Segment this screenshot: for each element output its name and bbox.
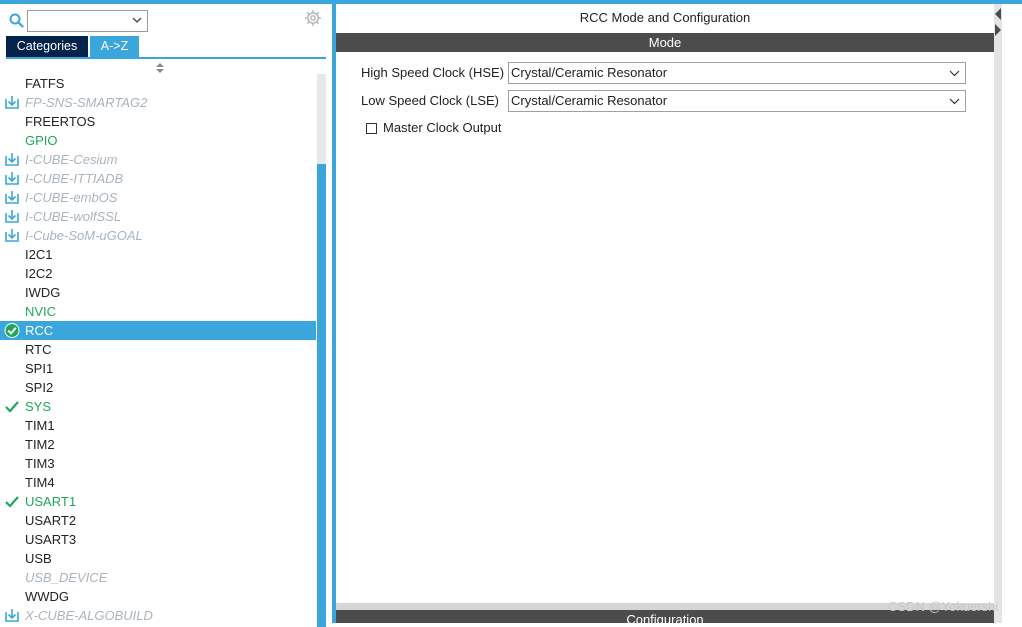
list-item[interactable]: SPI1 bbox=[0, 359, 316, 378]
check-icon bbox=[5, 401, 19, 413]
download-icon bbox=[5, 229, 19, 242]
list-item[interactable]: GPIO bbox=[0, 131, 316, 150]
list-item[interactable]: RTC bbox=[0, 340, 316, 359]
master-clock-output-checkbox[interactable] bbox=[366, 123, 377, 134]
list-item-label: WWDG bbox=[25, 589, 70, 604]
list-item[interactable]: FP-SNS-SMARTAG2 bbox=[0, 93, 316, 112]
list-item[interactable]: WWDG bbox=[0, 587, 316, 606]
chevron-down-icon bbox=[949, 98, 960, 105]
download-icon bbox=[5, 191, 19, 204]
lse-label: Low Speed Clock (LSE) bbox=[361, 93, 500, 108]
download-icon bbox=[5, 153, 19, 166]
list-item[interactable]: SYS bbox=[0, 397, 316, 416]
tab-a-to-z[interactable]: A->Z bbox=[90, 36, 139, 57]
lse-select[interactable]: Crystal/Ceramic Resonator bbox=[508, 90, 966, 112]
list-item-label: USART3 bbox=[25, 532, 77, 547]
list-item-label: RCC bbox=[25, 323, 54, 338]
hse-select-value: Crystal/Ceramic Resonator bbox=[511, 65, 668, 80]
lse-select-value: Crystal/Ceramic Resonator bbox=[511, 93, 668, 108]
scrollbar-thumb[interactable] bbox=[317, 164, 326, 627]
list-item-label: I-CUBE-ITTIADB bbox=[25, 171, 124, 186]
list-item[interactable]: I-CUBE-wolfSSL bbox=[0, 207, 316, 226]
list-item[interactable]: I2C1 bbox=[0, 245, 316, 264]
download-icon bbox=[5, 210, 19, 223]
list-item[interactable]: FATFS bbox=[0, 74, 316, 93]
peripheral-list: FATFS FP-SNS-SMARTAG2 FREERTOS GPIO I-CUBE-C… bbox=[0, 74, 316, 625]
list-item[interactable]: FREERTOS bbox=[0, 112, 316, 131]
list-item-label: I-Cube-SoM-uGOAL bbox=[25, 228, 143, 243]
list-item-label: USART2 bbox=[25, 513, 77, 528]
list-item-label: USB bbox=[25, 551, 52, 566]
mode-configuration-panel: RCC Mode and Configuration Mode High Spe… bbox=[336, 4, 994, 623]
list-item-label: FP-SNS-SMARTAG2 bbox=[25, 95, 148, 110]
list-item[interactable]: USB_DEVICE bbox=[0, 568, 316, 587]
list-item-label: USART1 bbox=[25, 494, 77, 509]
list-item[interactable]: NVIC bbox=[0, 302, 316, 321]
list-item-label: SYS bbox=[25, 399, 52, 414]
list-item[interactable]: X-CUBE-ALGOBUILD bbox=[0, 606, 316, 625]
list-item[interactable]: I-Cube-SoM-uGOAL bbox=[0, 226, 316, 245]
edge-stripe bbox=[994, 4, 1002, 623]
tab-divider bbox=[6, 57, 326, 59]
list-item-label: X-CUBE-ALGOBUILD bbox=[25, 608, 153, 623]
hse-select[interactable]: Crystal/Ceramic Resonator bbox=[508, 62, 966, 84]
list-item-label: NVIC bbox=[25, 304, 57, 319]
list-item-label: IWDG bbox=[25, 285, 61, 300]
right-edge-strip bbox=[994, 4, 1022, 623]
list-item[interactable]: SPI2 bbox=[0, 378, 316, 397]
list-item-label: USB_DEVICE bbox=[25, 570, 108, 585]
sort-icon[interactable] bbox=[155, 62, 165, 74]
list-item-label: TIM2 bbox=[25, 437, 55, 452]
chevron-down-icon bbox=[132, 17, 142, 23]
list-item-label: I-CUBE-wolfSSL bbox=[25, 209, 122, 224]
list-item[interactable]: USART1 bbox=[0, 492, 316, 511]
list-item-label: TIM3 bbox=[25, 456, 55, 471]
search-icon[interactable] bbox=[9, 13, 24, 28]
list-item-label: TIM1 bbox=[25, 418, 55, 433]
check-icon bbox=[5, 496, 19, 508]
watermark: CSDN @Yokuershi bbox=[888, 599, 999, 614]
list-item-label: I-CUBE-Cesium bbox=[25, 152, 118, 167]
hse-label: High Speed Clock (HSE) bbox=[361, 65, 505, 80]
list-item[interactable]: RCC bbox=[0, 321, 316, 340]
list-item[interactable]: TIM4 bbox=[0, 473, 316, 492]
tab-categories[interactable]: Categories bbox=[6, 36, 88, 57]
list-item[interactable]: TIM1 bbox=[0, 416, 316, 435]
list-item-label: TIM4 bbox=[25, 475, 55, 490]
list-item-label: I2C1 bbox=[25, 247, 53, 262]
list-item[interactable]: I-CUBE-ITTIADB bbox=[0, 169, 316, 188]
download-icon bbox=[5, 609, 19, 622]
mode-header: Mode bbox=[336, 33, 994, 52]
list-item[interactable]: USART3 bbox=[0, 530, 316, 549]
collapse-arrow-icon[interactable] bbox=[994, 6, 1002, 36]
list-item-label: FATFS bbox=[25, 76, 65, 91]
list-item-label: RTC bbox=[25, 342, 52, 357]
list-item[interactable]: TIM2 bbox=[0, 435, 316, 454]
peripheral-tree-panel: Categories A->Z FATFS FP-SNS-SMARTAG2 FREE… bbox=[0, 4, 332, 627]
download-icon bbox=[5, 96, 19, 109]
download-icon bbox=[5, 172, 19, 185]
check-circle-icon bbox=[4, 323, 20, 338]
list-item-label: SPI1 bbox=[25, 361, 54, 376]
master-clock-output-label[interactable]: Master Clock Output bbox=[383, 119, 502, 137]
gear-icon[interactable] bbox=[304, 9, 322, 27]
list-item[interactable]: IWDG bbox=[0, 283, 316, 302]
list-item-label: GPIO bbox=[25, 133, 58, 148]
list-item[interactable]: TIM3 bbox=[0, 454, 316, 473]
list-item[interactable]: I-CUBE-embOS bbox=[0, 188, 316, 207]
list-item-label: I2C2 bbox=[25, 266, 53, 281]
list-item[interactable]: I-CUBE-Cesium bbox=[0, 150, 316, 169]
list-item[interactable]: I2C2 bbox=[0, 264, 316, 283]
list-item-label: I-CUBE-embOS bbox=[25, 190, 118, 205]
list-item[interactable]: USART2 bbox=[0, 511, 316, 530]
chevron-down-icon bbox=[949, 70, 960, 77]
search-input[interactable] bbox=[27, 10, 148, 32]
list-item-label: FREERTOS bbox=[25, 114, 96, 129]
list-item-label: SPI2 bbox=[25, 380, 54, 395]
panel-title: RCC Mode and Configuration bbox=[579, 10, 751, 25]
list-item[interactable]: USB bbox=[0, 549, 316, 568]
